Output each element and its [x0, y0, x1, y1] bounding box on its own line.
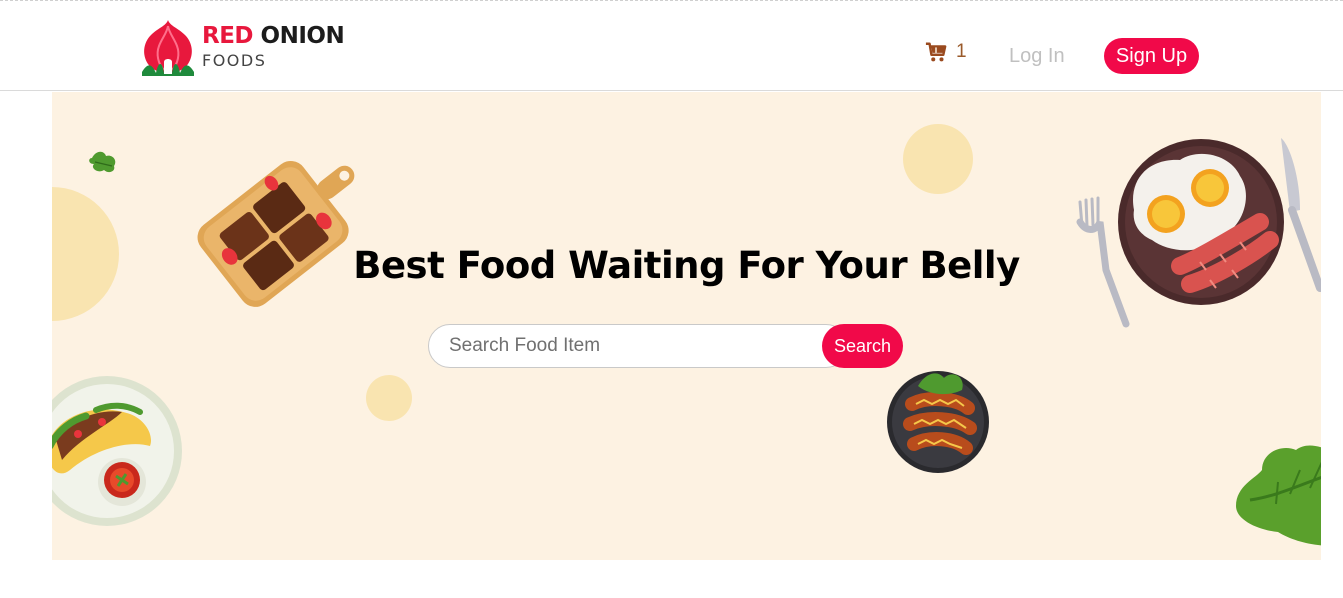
- taco-plate-icon: [52, 376, 182, 526]
- deco-circle-top: [903, 124, 973, 194]
- shopping-cart-icon: [925, 42, 947, 62]
- login-link[interactable]: Log In: [1009, 45, 1065, 68]
- brand-tagline: FOODS: [202, 51, 267, 70]
- brand-name-dark: ONION: [260, 23, 345, 49]
- hero-banner: Best Food Waiting For Your Belly Search: [52, 92, 1321, 560]
- signup-button[interactable]: Sign Up: [1104, 38, 1199, 74]
- search-bar: Search: [428, 324, 903, 368]
- leaf-icon: [89, 151, 116, 173]
- hero-title: Best Food Waiting For Your Belly: [353, 244, 1020, 287]
- breakfast-plate-icon: [1076, 138, 1321, 328]
- onion-logo-icon: [142, 20, 194, 76]
- sausage-pan-icon: [887, 371, 989, 473]
- navbar: RED ONION FOODS 1 Log In Sign Up: [0, 3, 1343, 91]
- cart-button[interactable]: 1: [925, 41, 967, 63]
- search-button[interactable]: Search: [822, 324, 903, 368]
- deco-circle-small: [366, 375, 412, 421]
- brand-name-red: RED: [202, 23, 254, 49]
- brand-logo[interactable]: RED ONION FOODS: [140, 18, 350, 76]
- lettuce-icon: [1236, 445, 1321, 546]
- search-input[interactable]: [428, 324, 848, 368]
- cart-count: 1: [956, 41, 967, 62]
